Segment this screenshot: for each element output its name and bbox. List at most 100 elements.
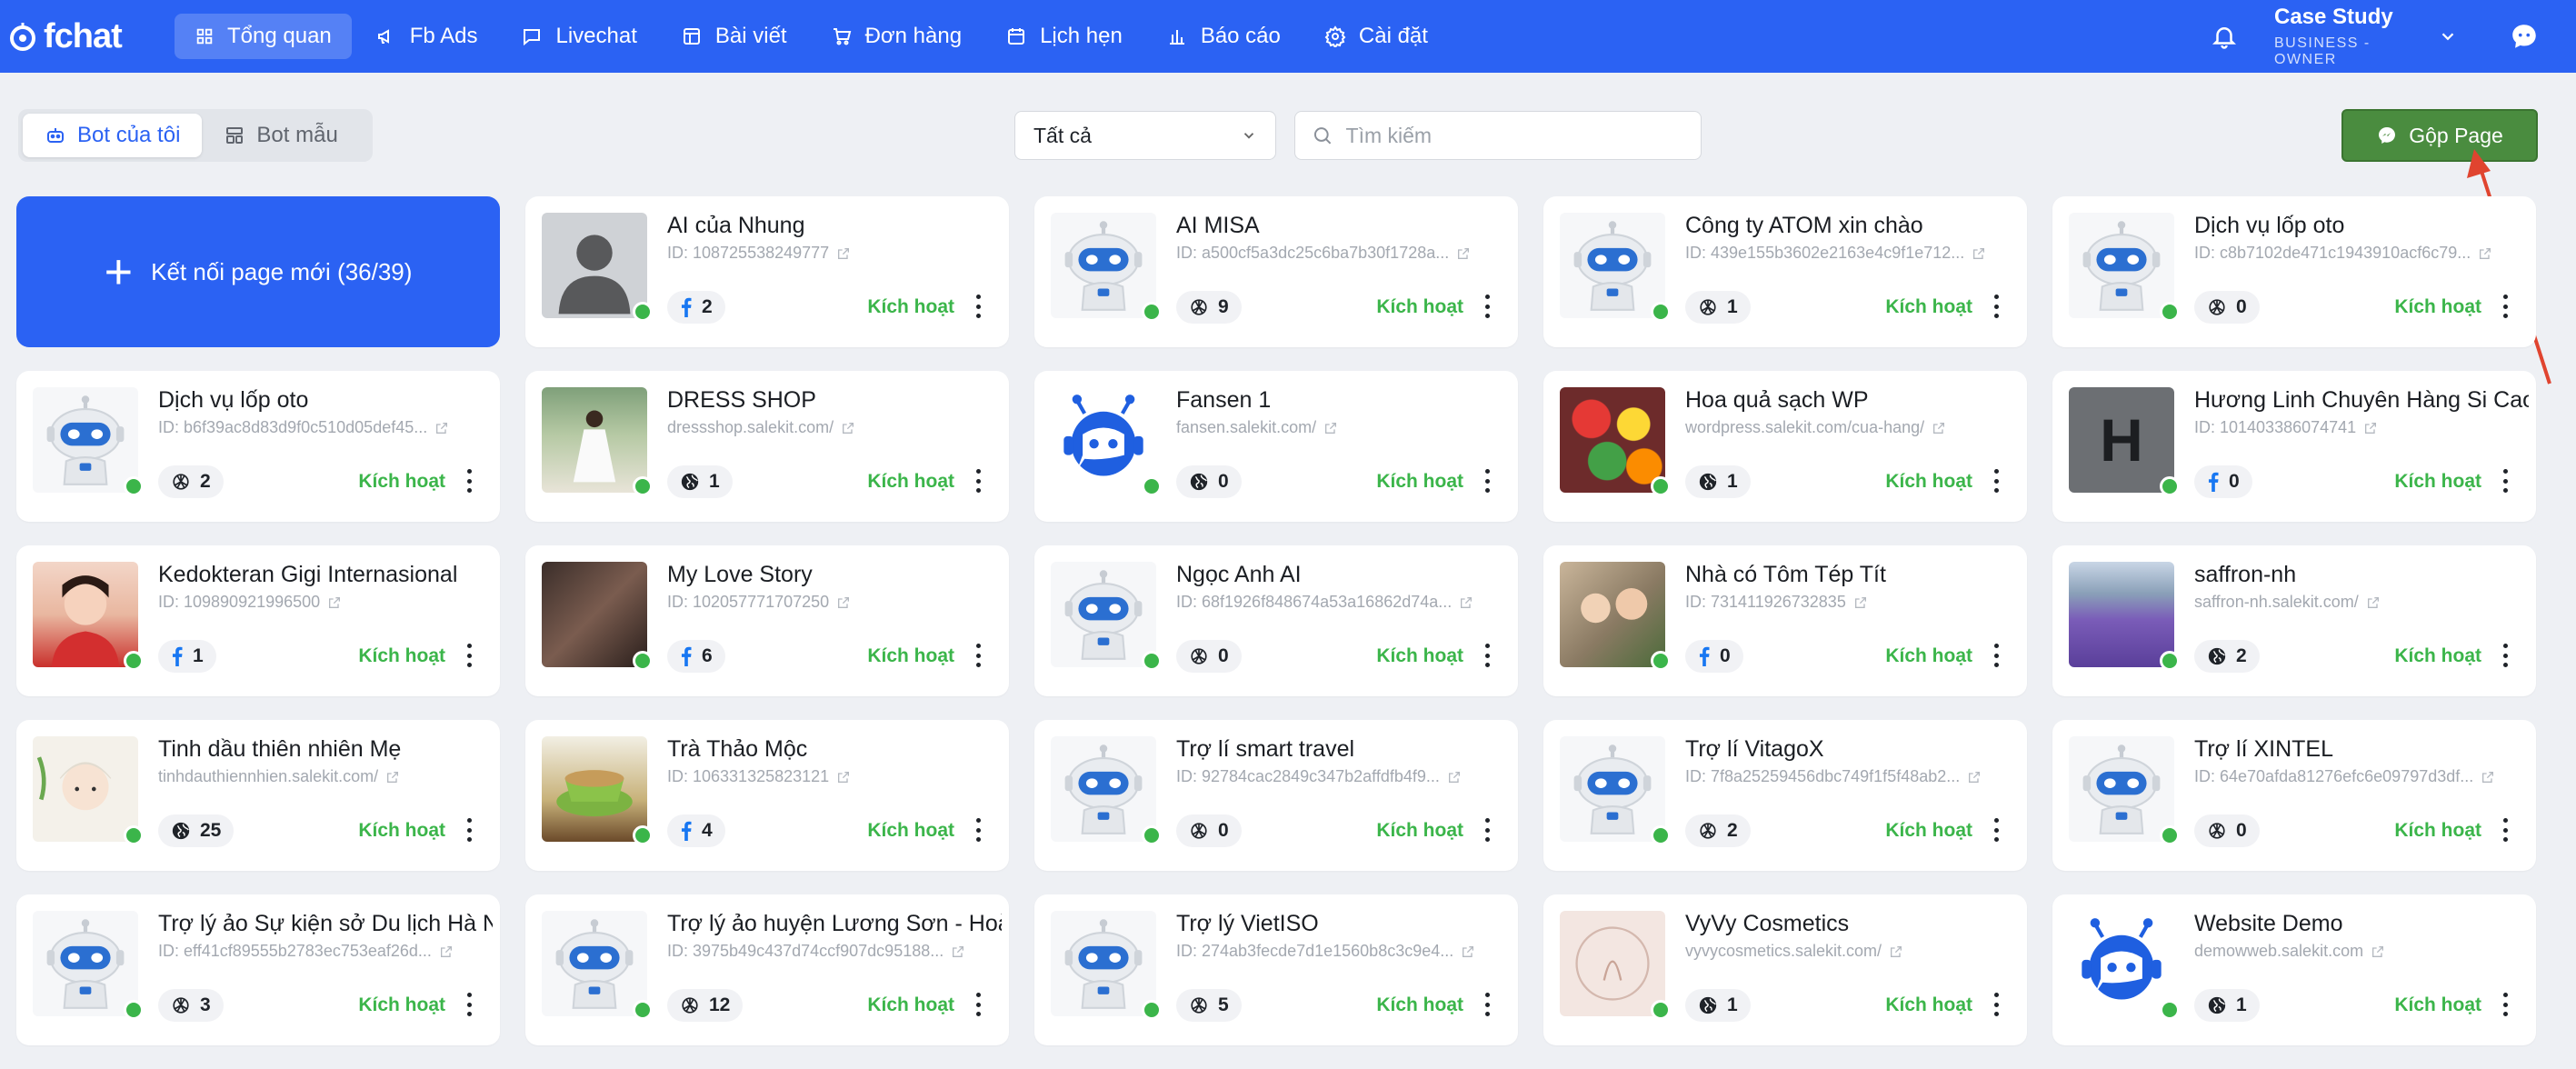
bot-card[interactable]: Trợ lí XINTEL ID: 64e70afda81276efc6e0979… [2052, 720, 2536, 871]
bot-card[interactable]: Trợ lí VitagoX ID: 7f8a25259456dbc749f1f5… [1543, 720, 2027, 871]
bot-card[interactable]: Trợ lý ảo huyện Lương Sơn - Hoà ID: 3975b… [525, 894, 1009, 1045]
more-options-icon[interactable] [976, 295, 982, 318]
bot-card[interactable]: DRESS SHOP dressshop.salekit.com/1 Kích ho… [525, 371, 1009, 522]
nav-item-5[interactable]: Lịch hẹn [985, 14, 1143, 59]
more-options-icon[interactable] [467, 469, 473, 493]
more-options-icon[interactable] [1994, 295, 2000, 318]
globe-icon [1699, 473, 1717, 491]
bot-card[interactable]: Trợ lý VietISO ID: 274ab3fecde7d1e1560b8c… [1034, 894, 1518, 1045]
bot-card[interactable]: Trà Thảo Mộc ID: 106331325823121 4 Kích hoạ… [525, 720, 1009, 871]
nav-item-2[interactable]: Livechat [501, 14, 656, 59]
activate-button[interactable]: Kích hoạt [1376, 471, 1463, 493]
robot-avatar-icon [1064, 221, 1143, 311]
more-options-icon[interactable] [976, 993, 982, 1016]
more-options-icon[interactable] [2503, 818, 2509, 842]
more-options-icon[interactable] [1994, 818, 2000, 842]
nav-item-4[interactable]: Đơn hàng [811, 14, 982, 59]
openai-icon [1191, 997, 1207, 1014]
bot-card[interactable]: Tinh dầu thiên nhiên Mẹ tinhdauthiennhien… [16, 720, 500, 871]
more-options-icon[interactable] [467, 993, 473, 1016]
activate-button[interactable]: Kích hoạt [2394, 645, 2481, 667]
support-chat-icon[interactable] [2509, 21, 2540, 52]
activate-button[interactable]: Kích hoạt [1885, 296, 1972, 318]
more-options-icon[interactable] [467, 644, 473, 667]
notification-bell-icon[interactable] [2211, 23, 2238, 50]
activate-button[interactable]: Kích hoạt [2394, 471, 2481, 493]
bot-card[interactable]: AI MISA ID: a500cf5a3dc25c6ba7b30f1728a..… [1034, 196, 1518, 347]
bot-card[interactable]: Trợ lý ảo Sự kiện sở Du lịch Hà N ID: eff… [16, 894, 500, 1045]
activate-button[interactable]: Kích hoạt [358, 820, 445, 842]
more-options-icon[interactable] [1485, 644, 1491, 667]
bot-id-text: ID: 68f1926f848674a53a16862d74a... [1176, 593, 1453, 611]
more-options-icon[interactable] [1485, 993, 1491, 1016]
bot-card[interactable]: Fansen 1 fansen.salekit.com/0 Kích hoạt [1034, 371, 1518, 522]
tab-my-bots[interactable]: Bot của tôi [23, 114, 203, 157]
bot-card[interactable]: Công ty ATOM xin chào ID: 439e155b3602e21… [1543, 196, 2027, 347]
filter-value: Tất cả [1033, 123, 1092, 147]
activate-button[interactable]: Kích hoạt [1376, 645, 1463, 667]
more-options-icon[interactable] [2503, 469, 2509, 493]
nav-item-6[interactable]: Báo cáo [1146, 14, 1301, 59]
bot-card[interactable]: Nhà có Tôm Tép Tít ID: 731411926732835 0 Kí… [1543, 545, 2027, 696]
activate-button[interactable]: Kích hoạt [1885, 645, 1972, 667]
more-options-icon[interactable] [467, 818, 473, 842]
bot-card[interactable]: H Hương Linh Chuyên Hàng Si Cao ID: 101403… [2052, 371, 2536, 522]
more-options-icon[interactable] [1485, 818, 1491, 842]
nav-item-1[interactable]: Fb Ads [355, 14, 498, 59]
activate-button[interactable]: Kích hoạt [358, 994, 445, 1016]
activate-button[interactable]: Kích hoạt [1885, 994, 1972, 1016]
search-input[interactable] [1345, 123, 1684, 148]
globe-icon [2208, 647, 2226, 665]
bot-card[interactable]: My Love Story ID: 102057771707250 6 Kích ho… [525, 545, 1009, 696]
nav-item-3[interactable]: Bài viết [661, 14, 807, 59]
activate-button[interactable]: Kích hoạt [1885, 820, 1972, 842]
activate-button[interactable]: Kích hoạt [867, 471, 954, 493]
activate-button[interactable]: Kích hoạt [1376, 820, 1463, 842]
activate-button[interactable]: Kích hoạt [867, 820, 954, 842]
activate-button[interactable]: Kích hoạt [1376, 296, 1463, 318]
more-options-icon[interactable] [976, 818, 982, 842]
more-options-icon[interactable] [2503, 295, 2509, 318]
bot-card[interactable]: Dịch vụ lốp oto ID: b6f39ac8d83d9f0c510d0… [16, 371, 500, 522]
bot-card[interactable]: Hoa quả sạch WP wordpress.salekit.com/cua… [1543, 371, 2027, 522]
activate-button[interactable]: Kích hoạt [2394, 994, 2481, 1016]
online-status-dot [633, 825, 653, 845]
activate-button[interactable]: Kích hoạt [1885, 471, 1972, 493]
more-options-icon[interactable] [2503, 993, 2509, 1016]
more-options-icon[interactable] [1485, 469, 1491, 493]
bot-card[interactable]: Trợ lí smart travel ID: 92784cac2849c347b… [1034, 720, 1518, 871]
more-options-icon[interactable] [1994, 644, 2000, 667]
activate-button[interactable]: Kích hoạt [867, 645, 954, 667]
chevron-down-icon[interactable] [2438, 26, 2458, 46]
bot-card[interactable]: VyVy Cosmetics vyvycosmetics.salekit.com/… [1543, 894, 2027, 1045]
bot-card[interactable]: Kedokteran Gigi Internasional ID: 1098909… [16, 545, 500, 696]
connect-new-page-button[interactable]: + Kết nối page mới (36/39) [16, 196, 500, 347]
tab-template-bots[interactable]: Bot mẫu [202, 114, 359, 157]
more-options-icon[interactable] [1485, 295, 1491, 318]
activate-button[interactable]: Kích hoạt [2394, 296, 2481, 318]
more-options-icon[interactable] [1994, 469, 2000, 493]
bot-id-text: ID: 7f8a25259456dbc749f1f5f48ab2... [1685, 767, 1961, 785]
activate-button[interactable]: Kích hoạt [358, 645, 445, 667]
user-menu[interactable]: Case Study BUSINESS - OWNER [2274, 5, 2420, 68]
channel-count: 4 [702, 820, 713, 841]
channel-count: 0 [1720, 645, 1731, 666]
more-options-icon[interactable] [976, 644, 982, 667]
activate-button[interactable]: Kích hoạt [867, 296, 954, 318]
bot-card[interactable]: Ngọc Anh AI ID: 68f1926f848674a53a16862d7… [1034, 545, 1518, 696]
activate-button[interactable]: Kích hoạt [1376, 994, 1463, 1016]
bot-card[interactable]: AI của Nhung ID: 108725538249777 2 Kích hoạ… [525, 196, 1009, 347]
nav-item-7[interactable]: Cài đặt [1304, 14, 1448, 59]
activate-button[interactable]: Kích hoạt [2394, 820, 2481, 842]
bot-card[interactable]: Website Demo demowweb.salekit.com 1 Kích ho… [2052, 894, 2536, 1045]
more-options-icon[interactable] [2503, 644, 2509, 667]
nav-item-0[interactable]: Tổng quan [175, 14, 352, 59]
filter-select[interactable]: Tất cả [1014, 111, 1276, 160]
fchat-logo[interactable]: fchat [7, 17, 162, 56]
bot-card[interactable]: Dịch vụ lốp oto ID: c8b7102de471c1943910a… [2052, 196, 2536, 347]
more-options-icon[interactable] [976, 469, 982, 493]
activate-button[interactable]: Kích hoạt [358, 471, 445, 493]
activate-button[interactable]: Kích hoạt [867, 994, 954, 1016]
bot-card[interactable]: saffron-nh saffron-nh.salekit.com/2 Kích h… [2052, 545, 2536, 696]
more-options-icon[interactable] [1994, 993, 2000, 1016]
